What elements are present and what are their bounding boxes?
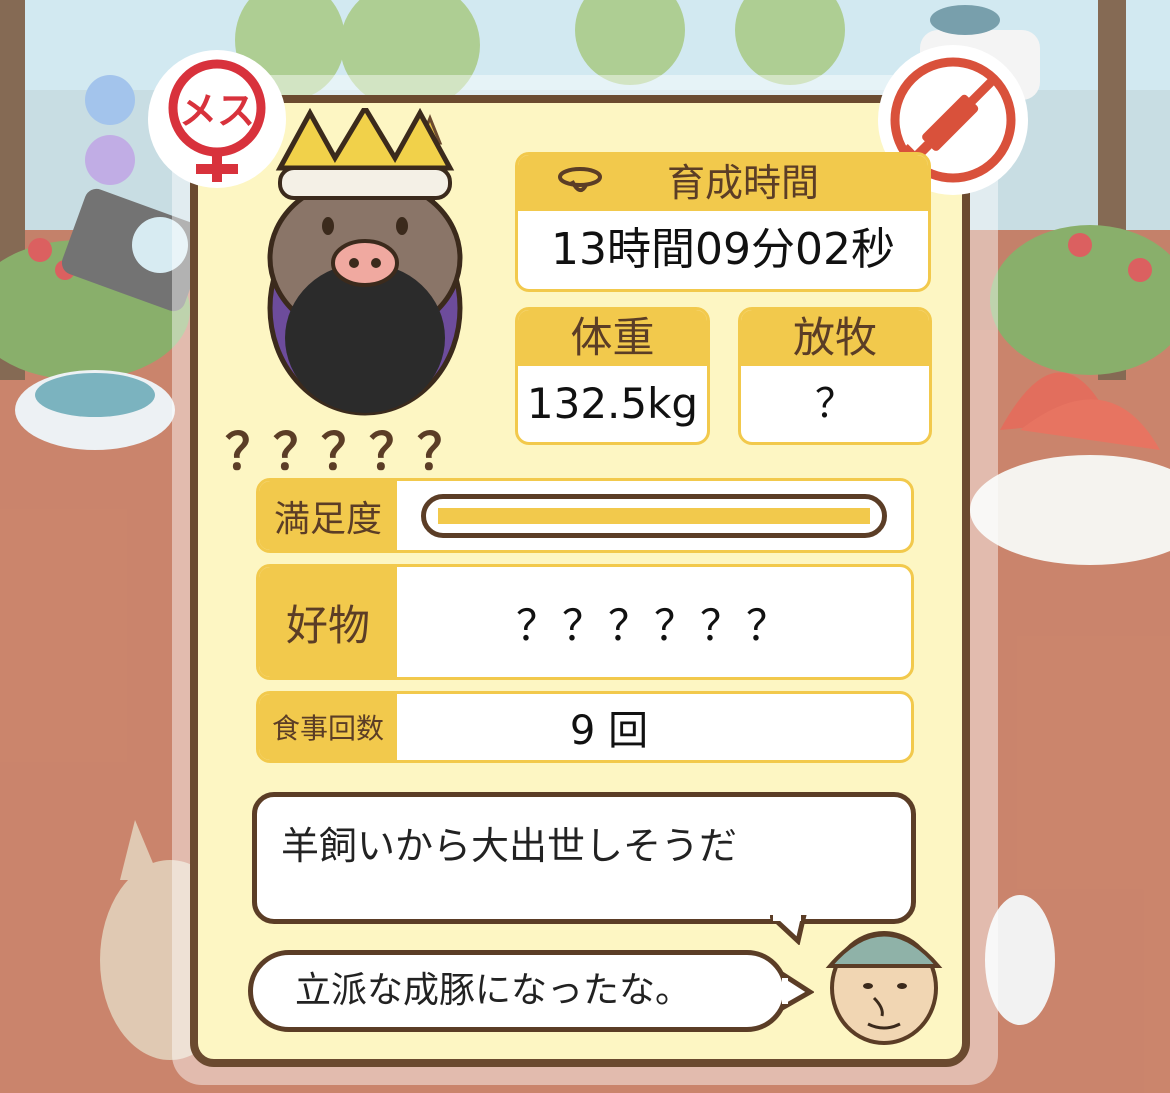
meals-row: 食事回数 9 回 — [256, 691, 914, 763]
satisfaction-bar — [421, 493, 887, 538]
time-header: 育成時間 — [518, 155, 928, 211]
comment-bubble-tail — [770, 915, 807, 945]
pig-name: ？？？？？ — [225, 423, 467, 481]
pasture-box: 放牧 ？ — [738, 307, 932, 445]
farmer-avatar-icon — [825, 931, 943, 1045]
weight-label: 体重 — [518, 310, 707, 366]
favorite-row: 好物 ？？？？？？ — [256, 564, 914, 680]
time-value: 13時間09分02秒 — [551, 224, 895, 275]
time-label: 育成時間 — [666, 161, 819, 205]
satisfaction-label: 満足度 — [259, 481, 397, 550]
time-box: 育成時間 13時間09分02秒 — [515, 152, 931, 292]
pig-character — [267, 108, 463, 416]
weight-value: 132.5kg — [526, 379, 699, 428]
farmer-speech-bubble: 立派な成豚になったな。 — [248, 950, 788, 1032]
pasture-value: ？ — [815, 381, 855, 427]
pasture-label: 放牧 — [741, 310, 929, 366]
satisfaction-bar-fill — [438, 507, 870, 524]
farmer-bubble-tail — [782, 972, 814, 1011]
favorite-value: ？？？？？？ — [515, 600, 792, 650]
favorite-label: 好物 — [259, 567, 397, 677]
satisfaction-bar-area — [397, 481, 911, 550]
meals-label: 食事回数 — [259, 694, 397, 760]
meals-value: 9 回 — [569, 708, 649, 754]
weight-box: 体重 132.5kg — [515, 307, 710, 445]
satisfaction-row: 満足度 — [256, 478, 914, 553]
comment-bubble: 羊飼いから大出世しそうだ — [252, 792, 916, 924]
stopwatch-icon — [558, 167, 602, 193]
